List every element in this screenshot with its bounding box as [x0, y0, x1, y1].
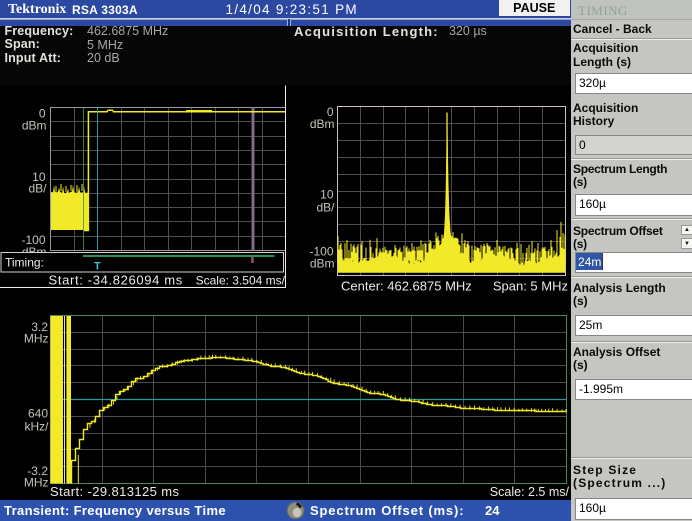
svg-text:Scale: 2.5 ms/: Scale: 2.5 ms/: [490, 485, 570, 499]
svg-text:dB/: dB/: [316, 201, 335, 215]
svg-text:Span: 5 MHz: Span: 5 MHz: [493, 279, 568, 294]
svg-text:Timing:: Timing:: [5, 256, 44, 270]
svg-text:MHz: MHz: [24, 332, 49, 346]
svg-text:dBm: dBm: [310, 257, 335, 271]
svg-text:dBm: dBm: [22, 119, 47, 133]
svg-text:Start: -34.826094 ms: Start: -34.826094 ms: [49, 273, 183, 288]
svg-text:MHz: MHz: [24, 476, 49, 490]
svg-text:640: 640: [28, 407, 48, 421]
svg-text:dBm: dBm: [310, 117, 335, 131]
svg-text:dB/: dB/: [28, 182, 47, 196]
svg-text:Start: -29.813125 ms: Start: -29.813125 ms: [50, 484, 179, 499]
svg-text:10: 10: [320, 188, 334, 202]
svg-text:T: T: [94, 261, 101, 273]
svg-text:Center: 462.6875 MHz: Center: 462.6875 MHz: [341, 279, 472, 294]
svg-text:Scale: 3.504 ms/: Scale: 3.504 ms/: [196, 274, 286, 288]
svg-text:kHz/: kHz/: [25, 420, 50, 434]
